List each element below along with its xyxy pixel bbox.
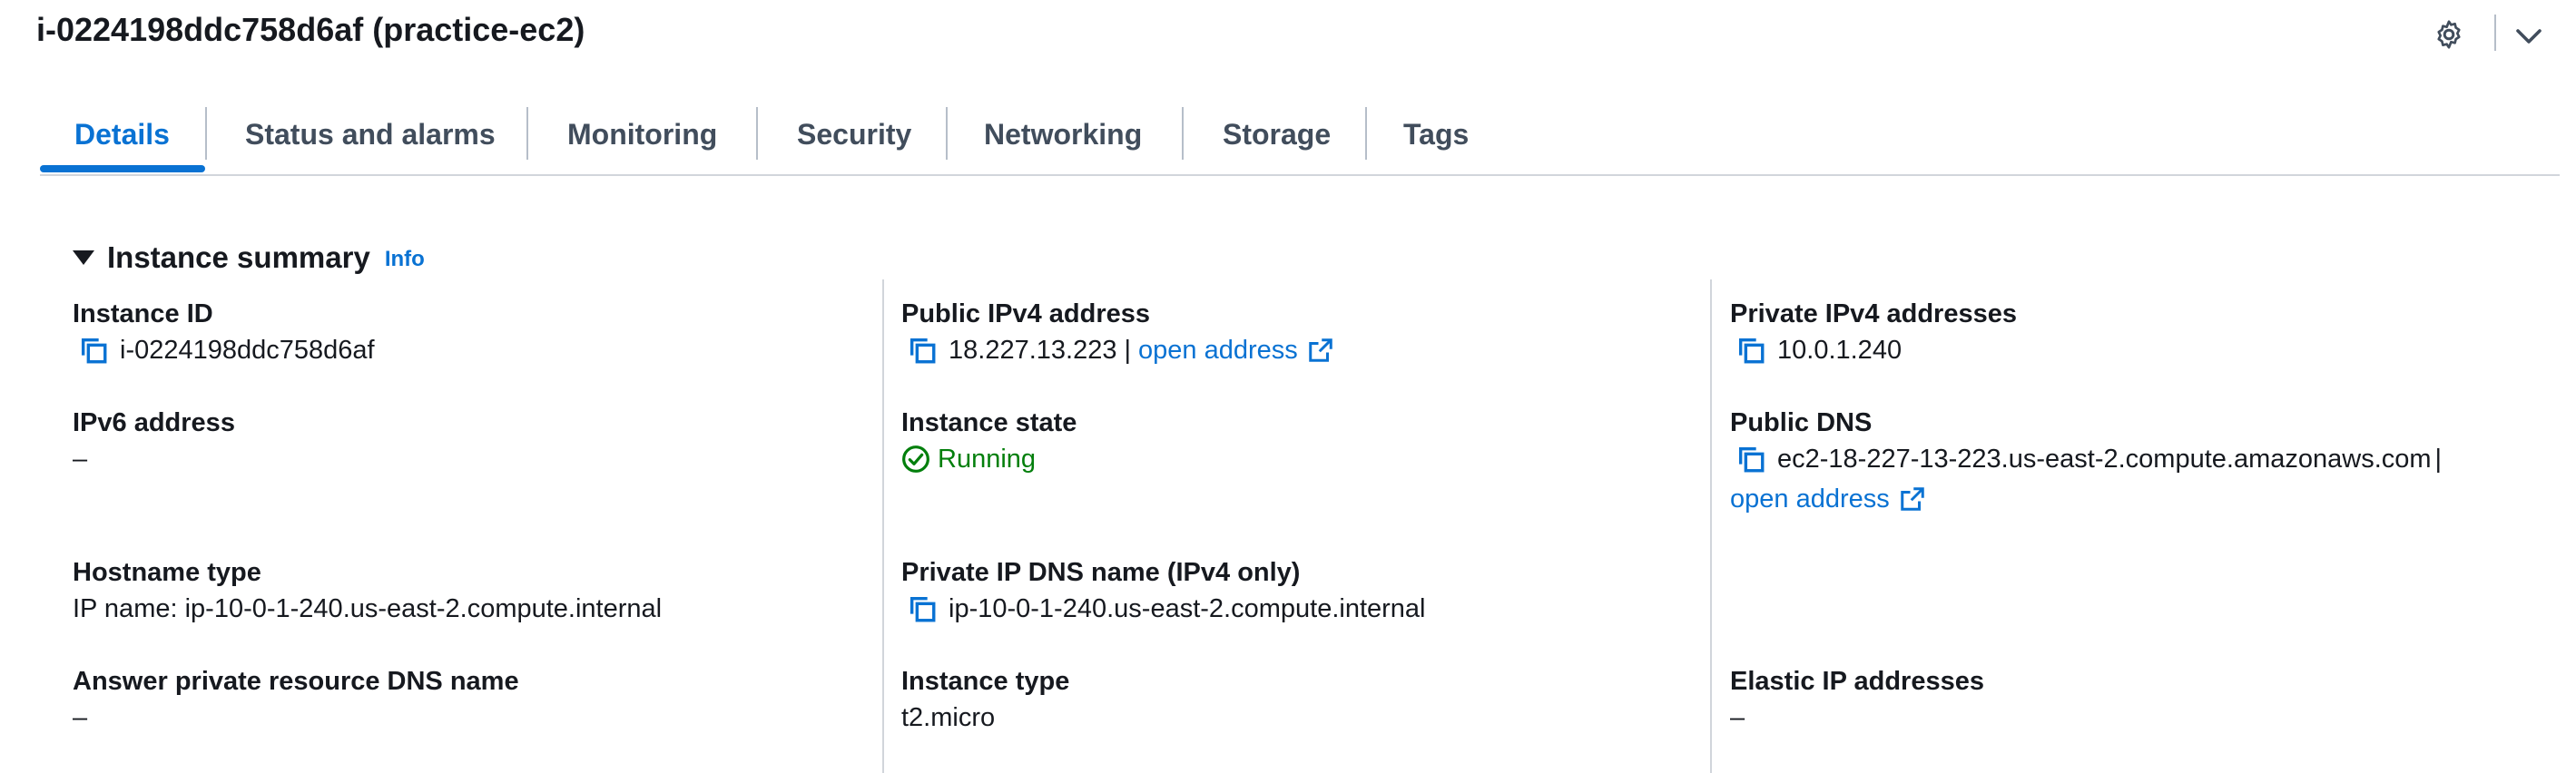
field-value: 10.0.1.240	[1777, 336, 1903, 365]
instance-state-field: Instance state Running	[901, 405, 1077, 477]
tab-networking[interactable]: Networking	[984, 102, 1142, 167]
field-value: –	[73, 445, 88, 474]
external-link-icon[interactable]	[1899, 485, 1926, 513]
elastic-ip-field: Elastic IP addresses –	[1730, 663, 1984, 736]
field-value: ec2-18-227-13-223.us-east-2.compute.amaz…	[1777, 445, 2432, 474]
public-ipv4-field: Public IPv4 address 18.227.13.223 | open…	[901, 296, 1334, 368]
instance-type-field: Instance type t2.micro	[901, 663, 1069, 736]
field-label: Private IP DNS name (IPv4 only)	[901, 558, 1301, 587]
private-ipv4-field: Private IPv4 addresses 10.0.1.240	[1730, 296, 2017, 368]
page-title: i-0224198ddc758d6af (practice-ec2)	[36, 11, 585, 48]
chevron-down-icon[interactable]	[2512, 20, 2545, 53]
tab-divider	[526, 107, 528, 160]
field-value: ip-10-0-1-240.us-east-2.compute.internal	[949, 594, 1426, 623]
field-label: Instance ID	[73, 299, 213, 328]
header-divider	[2494, 15, 2496, 51]
tab-divider	[756, 107, 758, 160]
tab-tags[interactable]: Tags	[1403, 102, 1469, 167]
field-value: i-0224198ddc758d6af	[120, 336, 375, 365]
tab-storage[interactable]: Storage	[1223, 102, 1331, 167]
field-label: Hostname type	[73, 558, 261, 587]
status-value: Running	[938, 445, 1037, 474]
copy-icon[interactable]	[1735, 444, 1766, 475]
field-label: Answer private resource DNS name	[73, 667, 519, 696]
external-link-icon[interactable]	[1307, 337, 1334, 364]
open-address-link[interactable]: open address	[1138, 332, 1298, 368]
field-label: Elastic IP addresses	[1730, 667, 1984, 696]
active-tab-indicator	[40, 165, 205, 172]
field-value: t2.micro	[901, 703, 996, 732]
tabs-baseline	[40, 174, 2560, 176]
tab-divider	[205, 107, 207, 160]
open-address-link[interactable]: open address	[1730, 481, 1890, 517]
instance-id-field: Instance ID i-0224198ddc758d6af	[73, 296, 375, 368]
value-separator: |	[1124, 336, 1132, 365]
copy-icon[interactable]	[907, 593, 938, 624]
public-dns-field: Public DNS ec2-18-227-13-223.us-east-2.c…	[1730, 405, 2442, 517]
ipv6-address-field: IPv6 address –	[73, 405, 235, 477]
tab-bar: Details Status and alarms Monitoring Sec…	[40, 102, 2560, 174]
hostname-type-field: Hostname type IP name: ip-10-0-1-240.us-…	[73, 554, 662, 627]
field-value: 18.227.13.223	[949, 336, 1117, 365]
info-link[interactable]: Info	[385, 243, 425, 272]
tab-security[interactable]: Security	[797, 102, 911, 167]
answer-private-dns-field: Answer private resource DNS name –	[73, 663, 519, 736]
tab-status-and-alarms[interactable]: Status and alarms	[245, 102, 496, 167]
field-label: Instance state	[901, 408, 1077, 437]
field-value: –	[1730, 703, 1745, 732]
field-value: –	[73, 703, 88, 732]
field-label: Private IPv4 addresses	[1730, 299, 2017, 328]
tab-divider	[946, 107, 948, 160]
field-label: IPv6 address	[73, 408, 235, 437]
gear-icon[interactable]	[2433, 18, 2465, 51]
tab-monitoring[interactable]: Monitoring	[567, 102, 717, 167]
value-separator: |	[2434, 445, 2443, 474]
column-divider	[1710, 279, 1712, 773]
check-circle-icon	[902, 445, 929, 473]
caret-down-icon[interactable]	[73, 250, 94, 265]
tab-divider	[1365, 107, 1367, 160]
field-label: Public DNS	[1730, 408, 1873, 437]
field-label: Instance type	[901, 667, 1070, 696]
section-title: Instance summary	[107, 240, 370, 274]
tab-divider	[1182, 107, 1184, 160]
copy-icon[interactable]	[907, 335, 938, 366]
tab-details[interactable]: Details	[74, 102, 170, 167]
copy-icon[interactable]	[78, 335, 109, 366]
private-ip-dns-field: Private IP DNS name (IPv4 only) ip-10-0-…	[901, 554, 1426, 627]
column-divider	[882, 279, 884, 773]
copy-icon[interactable]	[1735, 335, 1766, 366]
field-value: IP name: ip-10-0-1-240.us-east-2.compute…	[73, 594, 663, 623]
field-label: Public IPv4 address	[901, 299, 1151, 328]
instance-summary-header[interactable]: Instance summary Info	[73, 238, 425, 278]
